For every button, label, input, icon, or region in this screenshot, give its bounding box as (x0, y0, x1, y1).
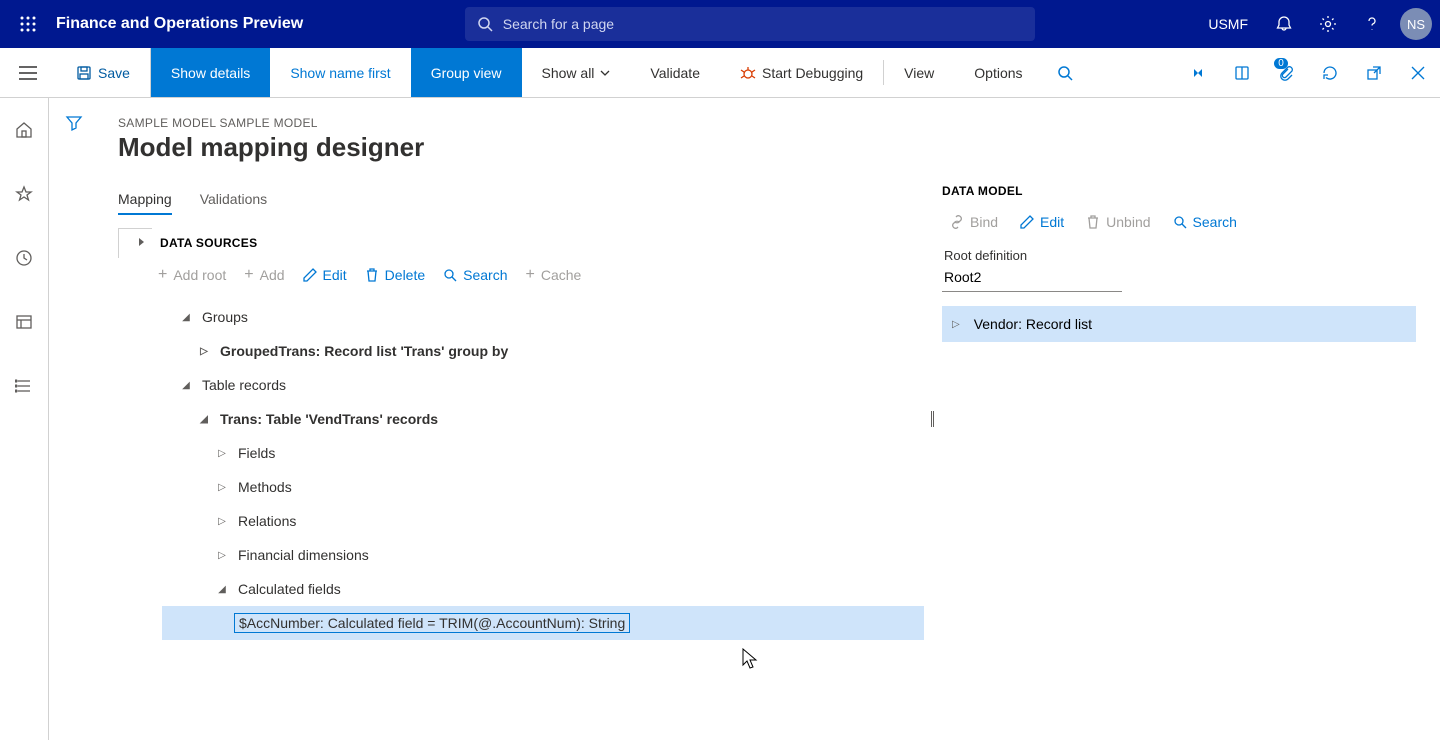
show-details-button[interactable]: Show details (151, 48, 270, 97)
edit-button[interactable]: Edit (303, 267, 347, 283)
search-button[interactable]: Search (443, 267, 507, 283)
delete-button[interactable]: Delete (365, 267, 425, 283)
company-picker[interactable]: USMF (1196, 16, 1260, 32)
trash-icon (1086, 215, 1100, 229)
show-name-first-button[interactable]: Show name first (270, 48, 410, 97)
close-icon[interactable] (1396, 48, 1440, 97)
search-placeholder: Search for a page (503, 16, 614, 32)
root-definition-label: Root definition (944, 248, 1420, 263)
chevron-down-icon (600, 70, 610, 76)
bind-button[interactable]: Bind (950, 214, 998, 230)
search-icon (477, 16, 493, 32)
caret-right-icon (138, 237, 146, 247)
datamodel-title: DATA MODEL (942, 184, 1420, 198)
page-search-icon[interactable] (1043, 48, 1087, 97)
search-icon (1173, 215, 1187, 229)
tab-validations[interactable]: Validations (200, 191, 267, 215)
left-nav-rail (0, 98, 49, 740)
datasource-types-collapse[interactable] (118, 228, 152, 258)
datasources-title: DATA SOURCES (152, 228, 924, 262)
start-debugging-button[interactable]: Start Debugging (720, 48, 883, 97)
dm-search-button[interactable]: Search (1173, 214, 1237, 230)
favorites-icon[interactable] (4, 174, 44, 214)
show-all-dropdown[interactable]: Show all (522, 48, 631, 97)
validate-button[interactable]: Validate (630, 48, 720, 97)
link-icon (950, 215, 964, 229)
settings-icon[interactable] (1308, 4, 1348, 44)
tree-node-groupedtrans[interactable]: ▷GroupedTrans: Record list 'Trans' group… (162, 334, 924, 368)
caret-right-icon: ▷ (216, 516, 228, 527)
trash-icon (365, 268, 379, 282)
dm-edit-button[interactable]: Edit (1020, 214, 1064, 230)
action-bar: Save Show details Show name first Group … (0, 48, 1440, 98)
tree-node-trans[interactable]: ◢Trans: Table 'VendTrans' records (162, 402, 924, 436)
caret-down-icon: ◢ (198, 414, 210, 425)
unbind-button[interactable]: Unbind (1086, 214, 1150, 230)
nav-toggle-icon[interactable] (0, 48, 56, 97)
tree-node-calculated-fields[interactable]: ◢Calculated fields (162, 572, 924, 606)
datamodel-node-vendor[interactable]: ▷ Vendor: Record list (942, 306, 1416, 342)
bug-icon (740, 65, 756, 81)
caret-down-icon: ◢ (216, 584, 228, 595)
caret-down-icon: ◢ (180, 380, 192, 391)
caret-right-icon: ▷ (216, 448, 228, 459)
personalize-icon[interactable] (1176, 48, 1220, 97)
help-icon[interactable] (1352, 4, 1392, 44)
tree-node-financial-dimensions[interactable]: ▷Financial dimensions (162, 538, 924, 572)
open-office-icon[interactable] (1220, 48, 1264, 97)
root-definition-input[interactable] (942, 265, 1122, 292)
caret-right-icon: ▷ (216, 550, 228, 561)
tree-node-methods[interactable]: ▷Methods (162, 470, 924, 504)
pencil-icon (303, 268, 317, 282)
user-avatar[interactable]: NS (1400, 8, 1432, 40)
add-button[interactable]: +Add (244, 266, 284, 284)
save-icon (76, 65, 92, 81)
app-title: Finance and Operations Preview (56, 15, 303, 33)
group-view-button[interactable]: Group view (411, 48, 522, 97)
modules-icon[interactable] (4, 366, 44, 406)
add-root-button[interactable]: +Add root (158, 266, 226, 284)
cache-button[interactable]: +Cache (526, 266, 582, 284)
tree-node-relations[interactable]: ▷Relations (162, 504, 924, 538)
refresh-icon[interactable] (1308, 48, 1352, 97)
attachments-badge: 0 (1274, 58, 1288, 69)
tree-node-groups[interactable]: ◢Groups (162, 300, 924, 334)
notifications-icon[interactable] (1264, 4, 1304, 44)
caret-down-icon: ◢ (180, 312, 192, 323)
tree-node-accnumber[interactable]: $AccNumber: Calculated field = TRIM(@.Ac… (162, 606, 924, 640)
tree-node-table-records[interactable]: ◢Table records (162, 368, 924, 402)
app-launcher-icon[interactable] (8, 4, 48, 44)
filter-column (49, 98, 98, 740)
page-tabs: Mapping Validations (118, 191, 924, 216)
recent-icon[interactable] (4, 238, 44, 278)
options-menu[interactable]: Options (954, 48, 1042, 97)
view-menu[interactable]: View (884, 48, 954, 97)
caret-right-icon: ▷ (198, 346, 210, 357)
home-icon[interactable] (4, 110, 44, 150)
global-search[interactable]: Search for a page (465, 7, 1035, 41)
popout-icon[interactable] (1352, 48, 1396, 97)
data-model-panel: DATA MODEL Bind Edit Unbind Search Root … (942, 98, 1440, 740)
caret-right-icon: ▷ (216, 482, 228, 493)
top-navbar: Finance and Operations Preview Search fo… (0, 0, 1440, 48)
workspaces-icon[interactable] (4, 302, 44, 342)
pencil-icon (1020, 215, 1034, 229)
tree-node-fields[interactable]: ▷Fields (162, 436, 924, 470)
filter-icon[interactable] (65, 114, 83, 740)
breadcrumb: SAMPLE MODEL SAMPLE MODEL (118, 116, 924, 130)
attachments-icon[interactable]: 0 (1264, 48, 1308, 97)
save-button[interactable]: Save (56, 48, 151, 97)
datasources-toolbar: +Add root +Add Edit Delete Search +Cache (152, 262, 924, 300)
vertical-splitter[interactable] (924, 98, 942, 740)
page-title: Model mapping designer (118, 132, 924, 163)
tab-mapping[interactable]: Mapping (118, 191, 172, 215)
search-icon (443, 268, 457, 282)
caret-right-icon: ▷ (952, 319, 960, 330)
